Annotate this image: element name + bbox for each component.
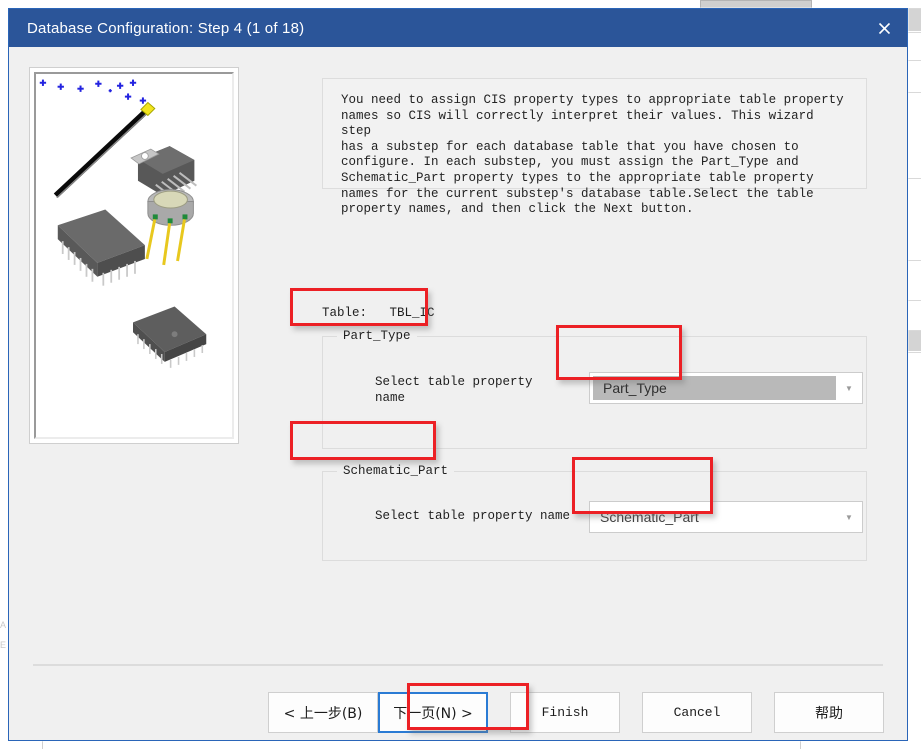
dialog-button-bar: < 上一步(B) 下一页(N) > Finish Cancel 帮助	[9, 692, 907, 736]
part-type-combobox-value: Part_Type	[593, 376, 836, 400]
close-icon[interactable]	[861, 9, 907, 47]
part-type-group-legend: Part_Type	[337, 329, 417, 343]
table-name-label: Table: TBL_IC	[322, 306, 435, 320]
back-button[interactable]: < 上一步(B)	[268, 692, 378, 733]
chevron-down-icon[interactable]: ▼	[836, 502, 862, 532]
illustration-panel	[29, 67, 239, 444]
schematic-part-combobox[interactable]: Schematic_Part ▼	[589, 501, 863, 533]
schematic-part-combobox-value: Schematic_Part	[590, 502, 836, 532]
help-button[interactable]: 帮助	[774, 692, 884, 733]
illustration-frame	[34, 72, 234, 439]
finish-button[interactable]: Finish	[510, 692, 620, 733]
footer-separator	[33, 664, 883, 666]
part-type-combobox[interactable]: Part_Type ▼	[589, 372, 863, 404]
part-type-field-label: Select table property name	[375, 374, 533, 406]
dialog-body: You need to assign CIS property types to…	[9, 47, 907, 740]
dialog-title: Database Configuration: Step 4 (1 of 18)	[27, 20, 304, 37]
cancel-button[interactable]: Cancel	[642, 692, 752, 733]
instructions-text: You need to assign CIS property types to…	[341, 93, 850, 218]
schematic-part-group: Schematic_Part Select table property nam…	[322, 471, 867, 561]
schematic-part-field-label: Select table property name	[375, 508, 570, 524]
dialog-titlebar: Database Configuration: Step 4 (1 of 18)	[9, 9, 907, 47]
chevron-down-icon[interactable]: ▼	[836, 373, 862, 403]
electronic-components-illustration	[36, 74, 232, 437]
database-configuration-dialog: Database Configuration: Step 4 (1 of 18)	[8, 8, 908, 741]
schematic-part-group-legend: Schematic_Part	[337, 464, 454, 478]
instructions-panel: You need to assign CIS property types to…	[322, 78, 867, 189]
next-button[interactable]: 下一页(N) >	[378, 692, 488, 733]
part-type-group: Part_Type Select table property name Par…	[322, 336, 867, 449]
